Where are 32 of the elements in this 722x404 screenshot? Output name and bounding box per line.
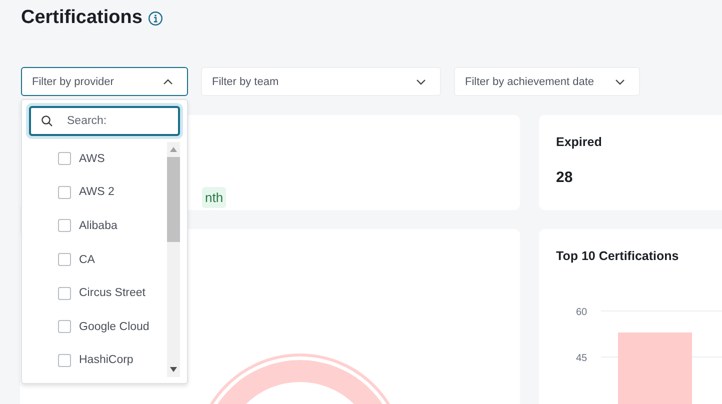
search-field[interactable]: Search: (29, 106, 180, 136)
checkbox-option[interactable]: AWS 2 (54, 176, 167, 210)
checkbox[interactable] (58, 320, 71, 334)
info-icon[interactable] (148, 10, 164, 26)
checkbox-option[interactable]: HashiCorp (54, 343, 167, 378)
checkbox-option[interactable]: Alibaba (54, 209, 167, 243)
checkbox[interactable] (58, 354, 71, 367)
chevron-icon (416, 78, 426, 84)
checkbox[interactable] (58, 186, 71, 199)
card-value: 28 (556, 169, 574, 186)
checkbox[interactable] (58, 286, 71, 300)
checkbox-option[interactable]: AWS (54, 142, 167, 176)
page-title: Certifications (21, 7, 142, 29)
filter-dropdown[interactable]: Filter by team (201, 67, 441, 96)
card-title: Expired (556, 135, 603, 149)
checkbox-option[interactable]: CA (54, 242, 167, 276)
chevron-icon (615, 78, 625, 84)
axis-tick-label: 60 (576, 307, 588, 318)
checkbox[interactable] (58, 152, 71, 166)
checkbox-option[interactable]: Circus Street (54, 276, 167, 310)
scrollbar[interactable] (167, 142, 180, 377)
filter-dropdown[interactable]: Filter by achievement date (454, 67, 640, 96)
filter-dropdown[interactable]: Filter by provider (21, 67, 188, 96)
trend-badge: nth (202, 187, 226, 208)
chevron-icon (163, 78, 173, 84)
scroll-up-icon[interactable] (170, 147, 177, 152)
scroll-down-icon[interactable] (170, 367, 177, 372)
checkbox[interactable] (58, 253, 71, 266)
chart-title: Top 10 Certifications (556, 249, 680, 263)
axis-tick-label: 45 (576, 353, 588, 364)
checkbox[interactable] (58, 219, 71, 232)
checkbox-option[interactable]: Google Cloud (54, 310, 167, 344)
